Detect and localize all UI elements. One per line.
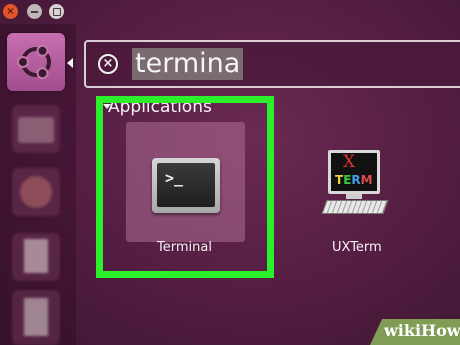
window-maximize-button[interactable] — [49, 4, 64, 19]
watermark-logo: wikiHow — [384, 321, 460, 340]
folder-icon — [18, 117, 54, 143]
uxterm-label[interactable]: UXTerm — [332, 240, 382, 256]
launcher-item-files[interactable] — [12, 105, 60, 153]
minimize-icon — [31, 10, 38, 13]
launcher — [0, 24, 76, 345]
uxterm-icon[interactable]: X TERM — [321, 150, 389, 220]
keyboard-icon — [321, 200, 389, 214]
launcher-item-document[interactable] — [12, 290, 60, 345]
uxterm-term-text: TERM — [335, 173, 373, 187]
window-close-button[interactable]: × — [3, 4, 18, 19]
applications-section-title: Applications — [108, 97, 212, 117]
launcher-item-writer[interactable] — [12, 233, 60, 281]
document-icon — [24, 298, 48, 336]
maximize-icon — [52, 7, 61, 16]
window-minimize-button[interactable] — [27, 4, 42, 19]
launcher-item-firefox[interactable] — [12, 168, 60, 216]
document-icon — [24, 239, 48, 273]
uxterm-x-letter: X — [343, 152, 356, 172]
clear-search-icon[interactable]: × — [98, 54, 118, 74]
terminal-prompt: >_ — [157, 163, 215, 207]
uxterm-stand — [346, 194, 362, 199]
close-icon: × — [6, 5, 15, 17]
firefox-icon — [20, 176, 52, 208]
terminal-icon[interactable]: >_ — [152, 158, 220, 213]
active-indicator-arrow — [67, 58, 73, 68]
dash-home-button[interactable] — [7, 33, 65, 91]
ubuntu-logo-icon — [17, 44, 51, 80]
terminal-label[interactable]: Terminal — [157, 240, 212, 256]
search-input[interactable]: termina — [132, 48, 244, 80]
uxterm-monitor: X TERM — [328, 150, 380, 194]
dash-search-bar[interactable]: × termina — [84, 40, 460, 88]
